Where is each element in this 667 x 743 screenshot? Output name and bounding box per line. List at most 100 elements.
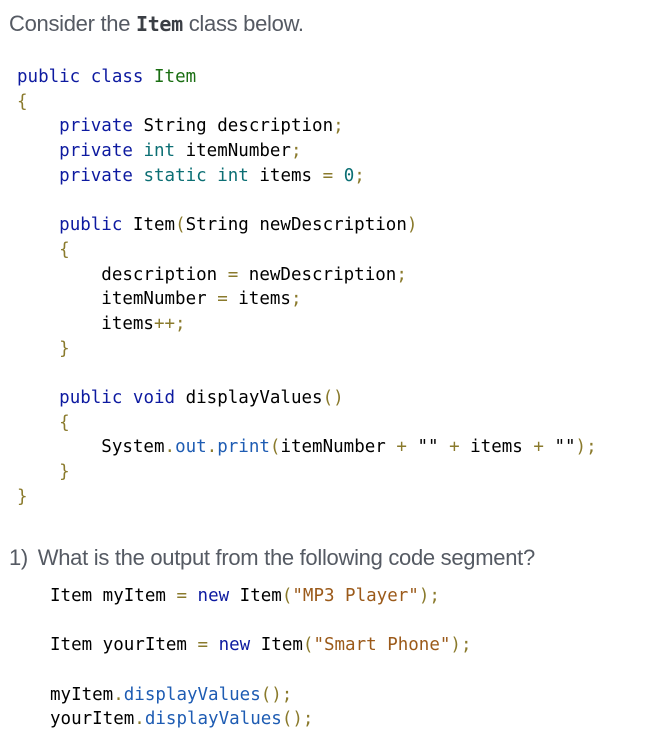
code-line: { bbox=[17, 238, 597, 263]
intro-class-name: Item bbox=[135, 12, 183, 36]
question-text: What is the output from the following co… bbox=[37, 545, 535, 570]
code-token: itemNumber bbox=[175, 141, 291, 162]
code-token: = bbox=[322, 165, 334, 186]
code-token: ); bbox=[575, 437, 597, 458]
question: 1) What is the output from the following… bbox=[9, 545, 535, 571]
code-token: public bbox=[17, 67, 81, 87]
code-token: Item myItem bbox=[50, 586, 177, 606]
code-token: . bbox=[206, 437, 218, 458]
code-token: ) bbox=[406, 215, 418, 236]
code-token: public bbox=[59, 215, 123, 236]
code-token: newDescription bbox=[238, 264, 397, 285]
code-line: public Item(String newDescription) bbox=[17, 213, 597, 238]
code-token: = bbox=[176, 586, 187, 606]
code-line: itemNumber = items; bbox=[17, 287, 597, 312]
code-token: = bbox=[227, 264, 239, 285]
code-line: } bbox=[17, 485, 597, 510]
code-line: public void displayValues() bbox=[17, 386, 597, 411]
intro-prefix: Consider the bbox=[9, 11, 136, 36]
code-token: ; bbox=[354, 165, 365, 186]
code-line: } bbox=[17, 460, 597, 485]
code-token: ); bbox=[450, 635, 472, 656]
code-token: Item bbox=[122, 215, 176, 236]
class-code-block: public class Item{ private String descri… bbox=[17, 65, 597, 509]
code-token: + bbox=[533, 437, 544, 458]
code-line: } bbox=[17, 337, 597, 362]
code-line: private int itemNumber; bbox=[17, 139, 597, 164]
code-token: Item bbox=[229, 586, 282, 606]
code-token: yourItem bbox=[50, 709, 135, 730]
code-token: = bbox=[217, 289, 228, 310]
code-token: description bbox=[17, 264, 228, 285]
code-token: ++; bbox=[153, 313, 186, 334]
code-line: myItem.displayValues(); bbox=[50, 683, 472, 708]
code-token: Item yourItem bbox=[50, 635, 198, 656]
code-token: + bbox=[449, 437, 460, 458]
code-token: ; bbox=[290, 141, 302, 162]
code-token: () bbox=[322, 387, 344, 408]
code-token: ; bbox=[290, 289, 302, 310]
code-token: itemNumber bbox=[17, 289, 218, 310]
code-line: { bbox=[17, 90, 597, 115]
code-token: private bbox=[59, 116, 133, 137]
code-token: + bbox=[396, 437, 407, 458]
code-token: items bbox=[459, 437, 534, 458]
code-token: } bbox=[17, 486, 28, 507]
code-token: { bbox=[59, 239, 70, 260]
code-line: Item yourItem = new Item("Smart Phone"); bbox=[50, 633, 472, 658]
code-token: displayValues bbox=[123, 684, 261, 705]
code-token: int bbox=[143, 141, 176, 162]
code-token: items bbox=[227, 289, 291, 310]
code-line: System.out.print(itemNumber + "" + items… bbox=[17, 435, 597, 460]
code-line: { bbox=[17, 411, 597, 436]
code-token: 0 bbox=[343, 165, 355, 186]
code-token: "" bbox=[406, 437, 450, 458]
code-token: ( bbox=[175, 215, 186, 236]
code-token: . bbox=[164, 437, 176, 458]
code-token: ( bbox=[281, 586, 293, 606]
code-token: displayValues bbox=[144, 709, 282, 730]
code-token: ( bbox=[269, 437, 281, 458]
code-token: "MP3 Player" bbox=[292, 586, 419, 606]
code-token: "Smart Phone" bbox=[313, 635, 451, 656]
code-token: Item bbox=[154, 67, 197, 87]
code-token: static bbox=[143, 165, 207, 186]
intro-suffix: class below. bbox=[182, 11, 304, 36]
code-line: private static int items = 0; bbox=[17, 164, 597, 189]
code-token: (); bbox=[260, 684, 293, 705]
code-token: { bbox=[59, 412, 70, 433]
code-line: description = newDescription; bbox=[17, 263, 597, 288]
code-token: ); bbox=[418, 586, 440, 606]
code-line: public class Item bbox=[17, 65, 597, 90]
code-token: ; bbox=[396, 264, 407, 285]
code-token: private bbox=[59, 141, 133, 162]
question-number: 1) bbox=[9, 545, 28, 570]
code-token: (); bbox=[281, 709, 314, 730]
code-token: "" bbox=[543, 437, 576, 458]
code-token: void bbox=[132, 387, 176, 408]
code-token: ; bbox=[333, 116, 344, 137]
intro-text: Consider the Item class below. bbox=[9, 11, 304, 37]
code-line: private String description; bbox=[17, 114, 597, 139]
code-token: items bbox=[17, 313, 154, 334]
code-token: } bbox=[59, 338, 70, 359]
code-token: public bbox=[59, 387, 123, 408]
code-token: Item bbox=[250, 635, 303, 656]
